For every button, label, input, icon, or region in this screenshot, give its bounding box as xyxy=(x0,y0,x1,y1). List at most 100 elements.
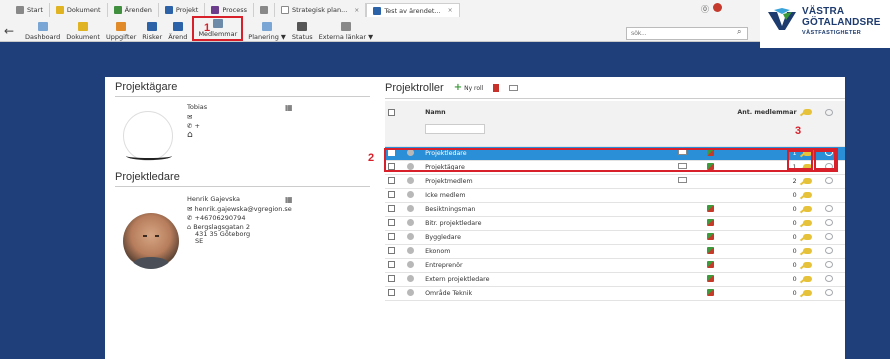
key-icon[interactable] xyxy=(802,247,812,254)
table-row[interactable]: Bitr. projektledare 0 xyxy=(385,216,845,231)
role-icon xyxy=(406,233,414,241)
chat-icon[interactable] xyxy=(825,177,834,185)
row-checkbox[interactable] xyxy=(388,205,395,213)
toolbar-medlemmar[interactable]: Medlemmar xyxy=(192,16,244,41)
role-name[interactable]: Område Teknik xyxy=(422,286,675,301)
logo: VÄSTRA GÖTALANDSRE VÄSTFASTIGHETER xyxy=(760,0,890,48)
row-checkbox[interactable] xyxy=(388,233,395,241)
vcard-icon[interactable]: ▦ xyxy=(285,195,293,204)
trash-icon[interactable] xyxy=(493,84,500,92)
close-tab-icon[interactable]: × xyxy=(448,7,453,14)
toolbar-arend[interactable]: Ärend xyxy=(165,22,190,41)
home-icon: ⌂ xyxy=(187,130,193,140)
role-name[interactable]: Byggledare xyxy=(422,230,675,245)
permission-icon[interactable] xyxy=(706,219,714,227)
chat-icon[interactable] xyxy=(825,289,834,297)
chat-icon[interactable] xyxy=(825,275,834,283)
role-name[interactable]: Icke medlem xyxy=(422,188,675,203)
name-column-header[interactable]: Namn xyxy=(422,101,675,147)
row-checkbox[interactable] xyxy=(388,191,395,199)
chat-icon[interactable] xyxy=(825,247,834,255)
row-checkbox[interactable] xyxy=(388,247,395,255)
help-icon[interactable]: ⓪ xyxy=(701,4,709,15)
tab-arenden[interactable]: Ärenden xyxy=(107,3,159,17)
chat-cell xyxy=(822,230,845,245)
email-cell xyxy=(674,258,704,273)
toolbar-dokument[interactable]: Dokument xyxy=(63,22,103,41)
key-icon[interactable] xyxy=(802,261,812,268)
key-icon[interactable] xyxy=(802,275,812,282)
table-row[interactable]: Icke medlem 0 xyxy=(385,188,845,203)
close-tab-icon[interactable]: × xyxy=(354,7,359,14)
permission-icon[interactable] xyxy=(706,205,714,213)
name-filter-input[interactable] xyxy=(425,124,486,134)
chat-icon[interactable] xyxy=(825,219,834,227)
chat-icon[interactable] xyxy=(825,233,834,241)
key-icon[interactable] xyxy=(802,205,812,212)
row-checkbox[interactable] xyxy=(388,177,395,185)
toolbar-uppgifter[interactable]: Uppgifter xyxy=(103,22,139,41)
toolbar-externa-lankar[interactable]: Externa länkar ▼ xyxy=(316,22,377,41)
table-row[interactable]: Område Teknik 0 xyxy=(385,286,845,301)
table-row[interactable]: Entreprenör 0 xyxy=(385,258,845,273)
key-icon[interactable] xyxy=(802,191,812,198)
role-name[interactable]: Besiktningsman xyxy=(422,202,675,217)
owner-heading: Projektägare xyxy=(115,81,178,93)
permission-cell xyxy=(703,188,733,203)
role-name[interactable]: Entreprenör xyxy=(422,258,675,273)
role-name[interactable]: Bitr. projektledare xyxy=(422,216,675,231)
mail-icon[interactable] xyxy=(509,85,519,91)
row-select-cell xyxy=(385,202,404,217)
role-name[interactable]: Extern projektledare xyxy=(422,272,675,287)
permission-icon[interactable] xyxy=(706,261,714,269)
tab-strategisk-plan[interactable]: Strategisk plan... × xyxy=(275,3,367,17)
table-row[interactable]: Projektmedlem 2 xyxy=(385,174,845,189)
permission-icon[interactable] xyxy=(706,275,714,283)
permission-icon[interactable] xyxy=(706,247,714,255)
tab-test-av-arendet[interactable]: Test av ärendet... × xyxy=(366,3,460,17)
key-icon[interactable] xyxy=(802,219,812,226)
new-role-button[interactable]: + Ny roll xyxy=(454,83,484,93)
toolbar-status[interactable]: Status xyxy=(289,22,316,41)
toolbar-planering[interactable]: Planering ▼ xyxy=(245,22,289,41)
row-checkbox[interactable] xyxy=(388,261,395,269)
table-row[interactable]: Ekonom 0 xyxy=(385,244,845,259)
toolbar-dashboard[interactable]: Dashboard xyxy=(22,22,63,41)
role-icon xyxy=(406,289,414,297)
tab-start[interactable]: Start xyxy=(10,3,50,17)
key-icon[interactable] xyxy=(802,233,812,240)
role-name[interactable]: Ekonom xyxy=(422,244,675,259)
leader-email[interactable]: ✉ henrik.gajewska@vgregion.se xyxy=(187,205,292,214)
tab-dokument[interactable]: Dokument xyxy=(49,3,108,17)
key-icon xyxy=(802,109,812,115)
leader-card: Henrik Gajevska ▦ ✉ henrik.gajewska@vgre… xyxy=(115,187,370,287)
chat-cell xyxy=(822,188,845,203)
phone-icon: ✆ xyxy=(187,122,195,130)
select-all-checkbox[interactable] xyxy=(388,109,395,116)
row-checkbox[interactable] xyxy=(388,289,395,297)
tab-link[interactable] xyxy=(254,3,276,17)
permission-icon[interactable] xyxy=(706,289,714,297)
search-icon[interactable]: ⌕ xyxy=(737,27,741,37)
vcard-icon[interactable]: ▦ xyxy=(285,103,293,112)
members-column-header[interactable]: Ant. medlemmar xyxy=(732,101,800,147)
search-input[interactable] xyxy=(626,27,748,40)
mail-icon[interactable] xyxy=(677,177,687,183)
row-checkbox[interactable] xyxy=(388,219,395,227)
table-row[interactable]: Besiktningsman 0 xyxy=(385,202,845,217)
role-name[interactable]: Projektmedlem xyxy=(422,174,675,189)
key-icon[interactable] xyxy=(802,177,812,184)
chat-icon[interactable] xyxy=(825,261,834,269)
table-row[interactable]: Extern projektledare 0 xyxy=(385,272,845,287)
chat-icon[interactable] xyxy=(825,205,834,213)
back-arrow-icon[interactable]: ← xyxy=(4,24,14,38)
mail-icon[interactable]: ✉ xyxy=(187,113,192,122)
key-icon[interactable] xyxy=(802,289,812,296)
table-row[interactable]: Byggledare 0 xyxy=(385,230,845,245)
tab-process[interactable]: Process xyxy=(205,3,255,17)
permission-icon[interactable] xyxy=(706,233,714,241)
row-checkbox[interactable] xyxy=(388,275,395,283)
user-icon[interactable] xyxy=(713,3,722,12)
toolbar-risker[interactable]: Risker xyxy=(139,22,165,41)
tab-projekt[interactable]: Projekt xyxy=(158,3,206,17)
